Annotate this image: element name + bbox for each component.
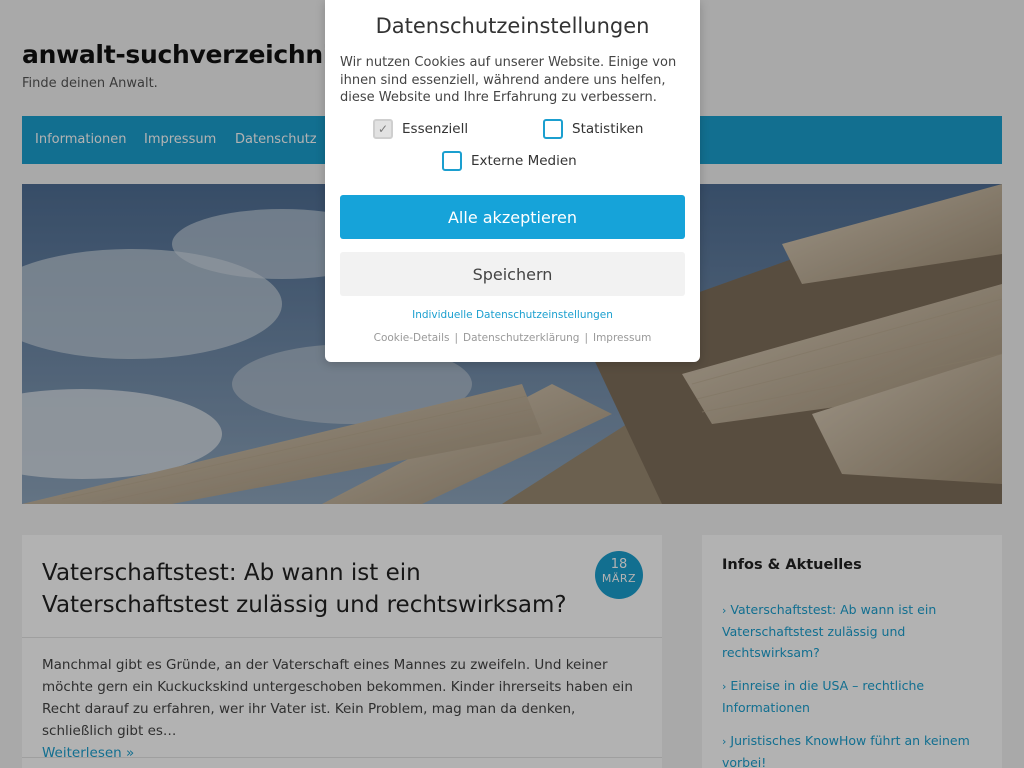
imprint-link[interactable]: Impressum: [593, 332, 651, 344]
checkbox-box: [543, 119, 563, 139]
checkbox-box: [442, 151, 462, 171]
cookie-consent-dialog: Datenschutzeinstellungen Wir nutzen Cook…: [325, 0, 700, 362]
dialog-description: Wir nutzen Cookies auf unserer Website. …: [340, 55, 677, 105]
checkmark-icon: ✓: [373, 119, 393, 139]
dialog-footer-links: Cookie-Details | Datenschutzerklärung | Impr…: [325, 332, 700, 344]
individual-settings-link[interactable]: Individuelle Datenschutzeinstellungen: [325, 309, 700, 321]
privacy-policy-link[interactable]: Datenschutzerklärung: [463, 332, 579, 344]
checkbox-statistiken[interactable]: Statistiken: [543, 119, 643, 139]
accept-all-button[interactable]: Alle akzeptieren: [340, 195, 685, 239]
checkbox-label: Statistiken: [572, 121, 644, 137]
checkbox-label: Essenziell: [402, 121, 469, 137]
checkbox-externe-medien[interactable]: Externe Medien: [442, 151, 577, 171]
cookie-details-link[interactable]: Cookie-Details: [374, 332, 450, 344]
dialog-title: Datenschutzeinstellungen: [375, 14, 650, 38]
separator: |: [454, 332, 458, 344]
save-button[interactable]: Speichern: [340, 252, 685, 296]
checkbox-essenziell[interactable]: ✓ Essenziell: [373, 119, 468, 139]
separator: |: [584, 332, 588, 344]
checkbox-label: Externe Medien: [471, 153, 577, 169]
